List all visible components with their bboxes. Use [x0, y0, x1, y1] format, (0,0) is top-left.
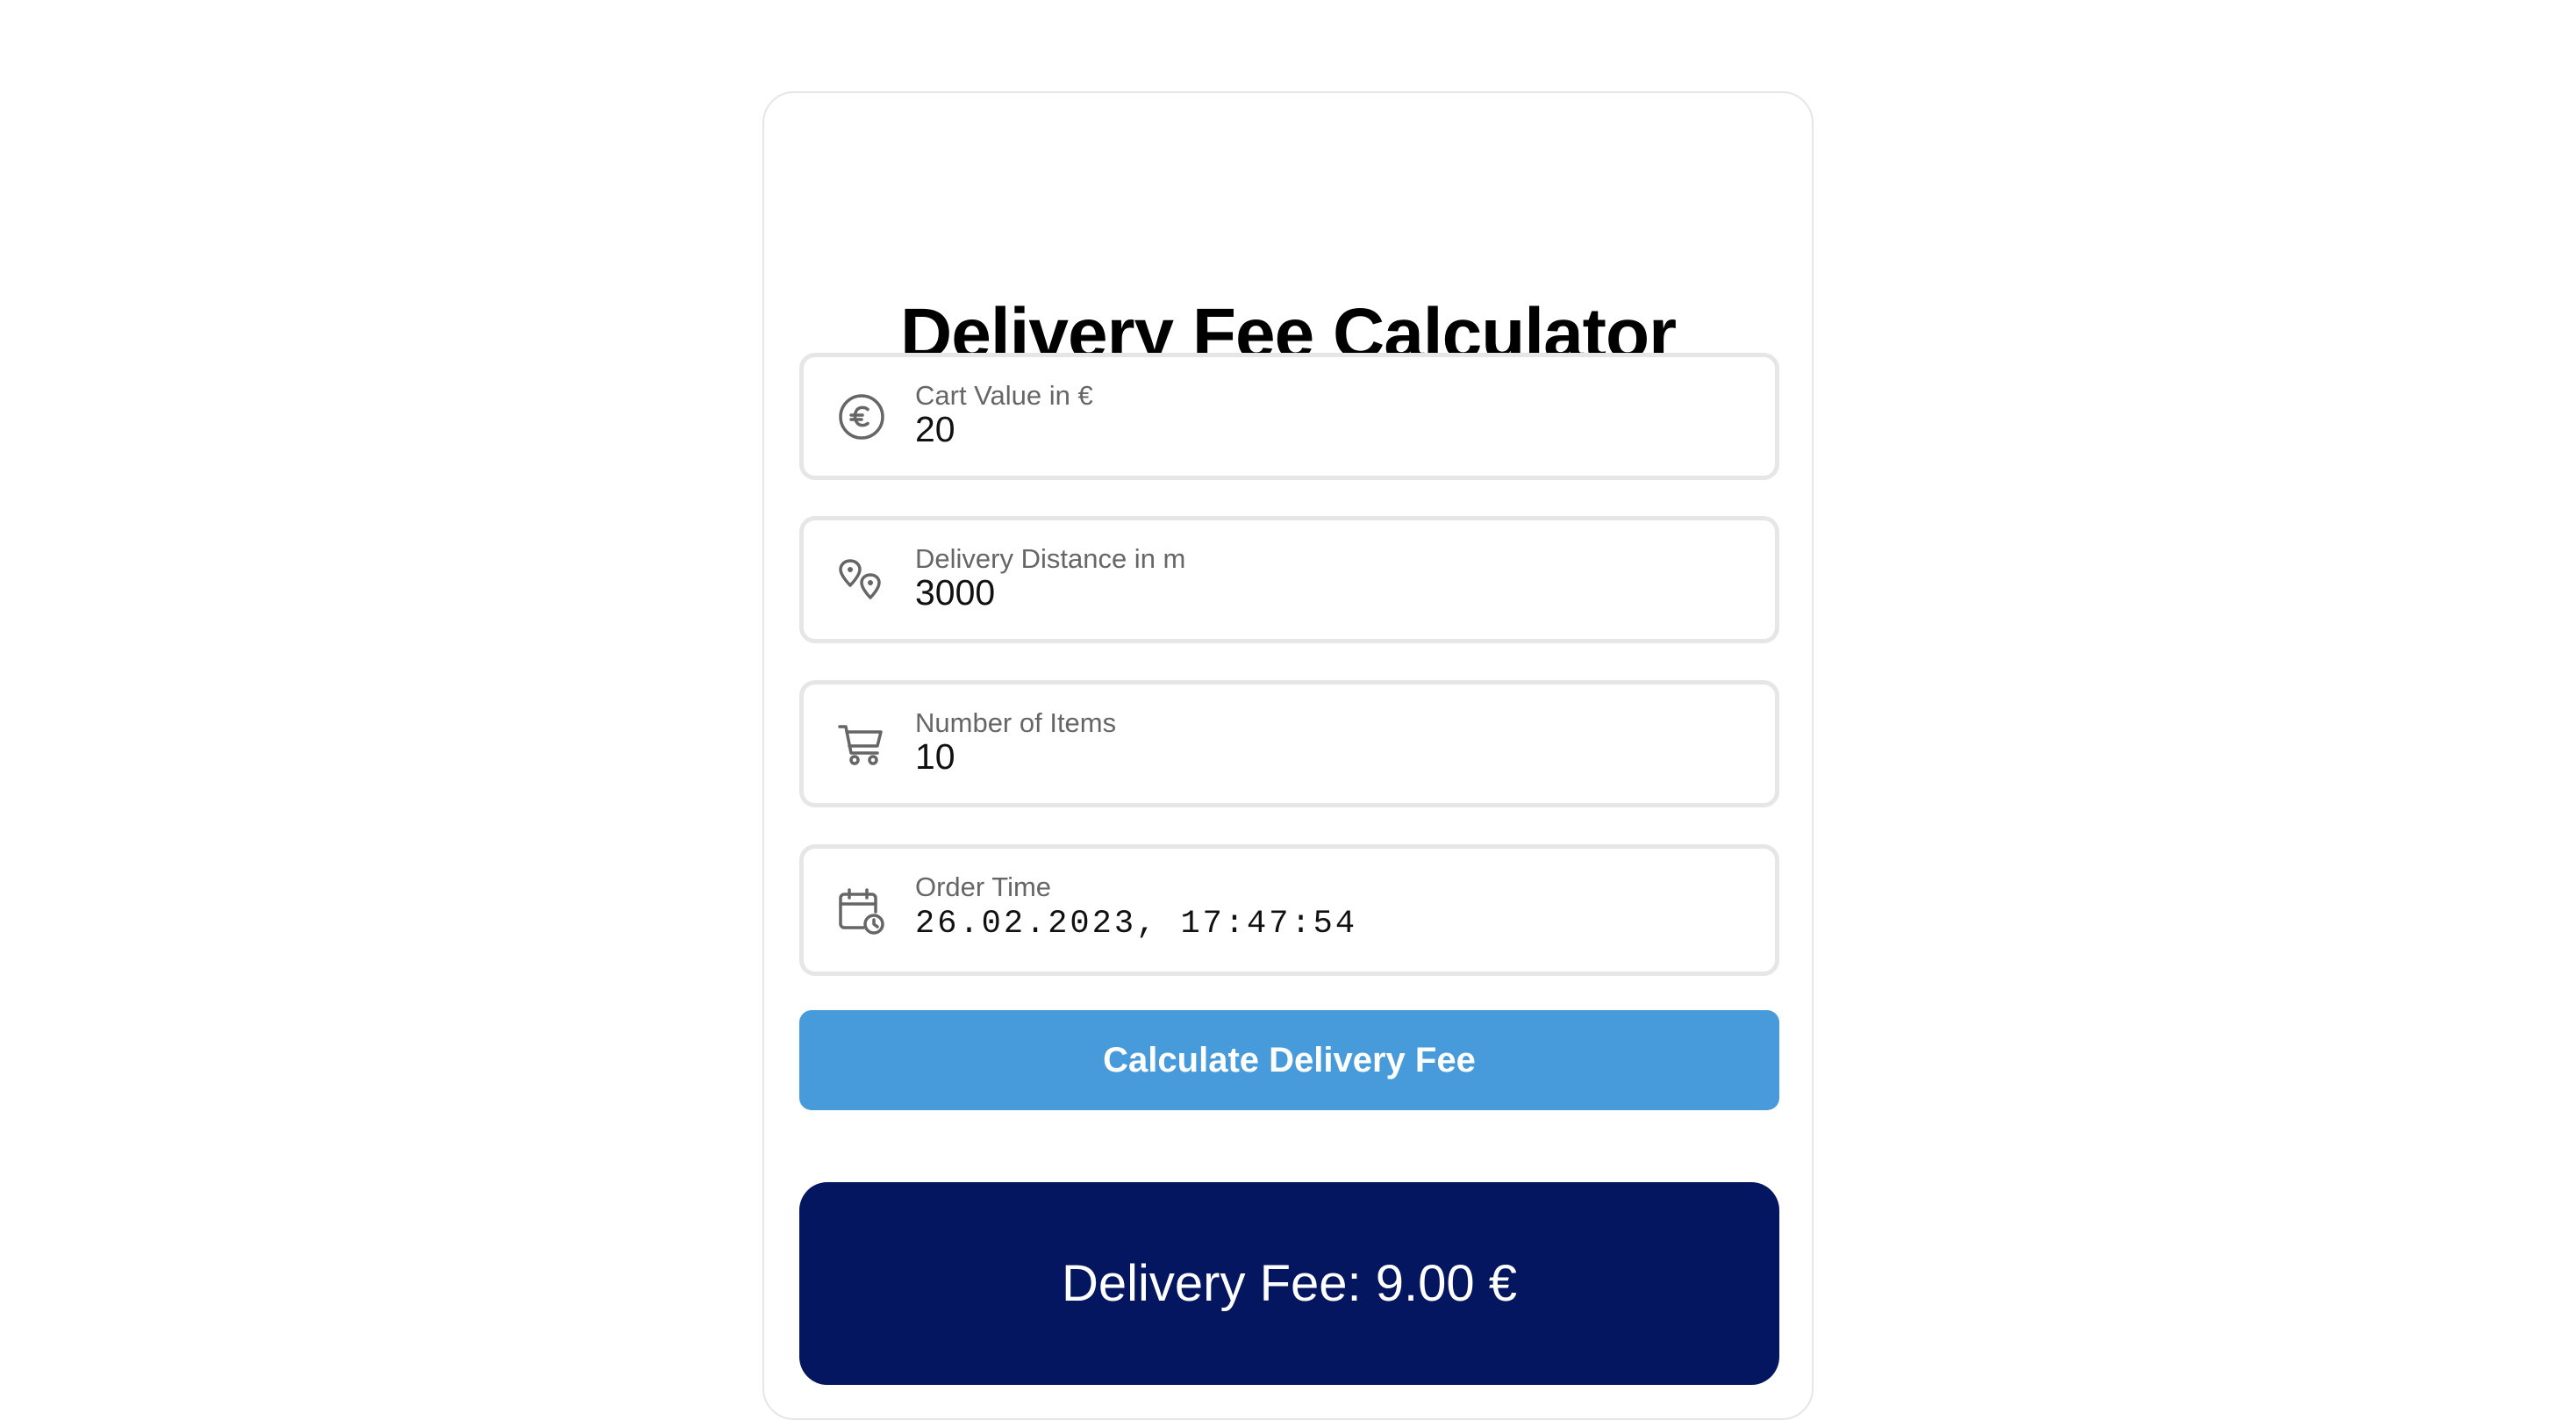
euro-circle-icon — [837, 392, 886, 441]
number-of-items-input[interactable] — [915, 735, 1705, 778]
delivery-fee-text: Delivery Fee: 9.00 € — [1061, 1255, 1518, 1312]
calendar-clock-icon — [837, 887, 886, 936]
order-time-label: Order Time — [915, 871, 1052, 902]
order-time-field[interactable]: Order Time — [799, 844, 1779, 976]
delivery-distance-label: Delivery Distance in m — [915, 543, 1186, 574]
delivery-distance-input[interactable] — [915, 571, 1705, 613]
cart-value-input[interactable] — [915, 408, 1705, 450]
calculate-delivery-fee-button[interactable]: Calculate Delivery Fee — [799, 1010, 1779, 1110]
calculator-card: Delivery Fee Calculator Cart Value in € … — [762, 91, 1814, 1420]
cart-icon — [837, 720, 886, 769]
delivery-distance-field[interactable]: Delivery Distance in m — [799, 516, 1779, 643]
order-time-input[interactable] — [915, 903, 1705, 945]
cart-value-label: Cart Value in € — [915, 380, 1093, 411]
delivery-fee-result: Delivery Fee: 9.00 € — [799, 1182, 1779, 1385]
number-of-items-label: Number of Items — [915, 707, 1117, 738]
cart-value-field[interactable]: Cart Value in € — [799, 353, 1779, 480]
number-of-items-field[interactable]: Number of Items — [799, 680, 1779, 807]
map-pins-icon — [837, 556, 886, 605]
